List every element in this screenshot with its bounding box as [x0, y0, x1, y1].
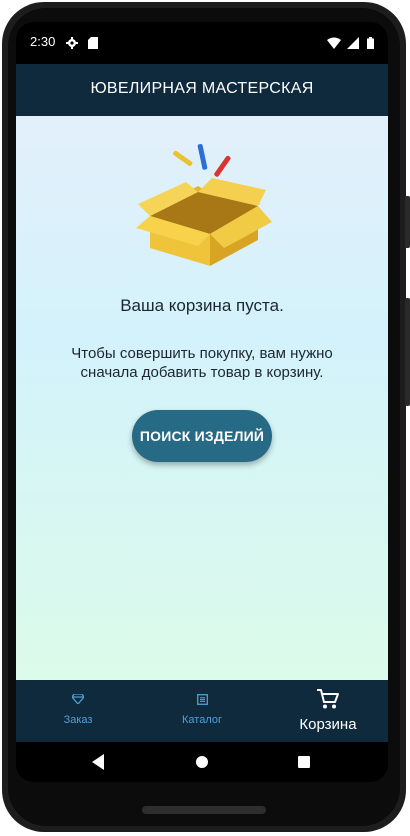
diamond-icon — [72, 694, 84, 704]
nav-label-cart: Корзина — [299, 716, 357, 733]
gear-icon — [66, 36, 78, 49]
home-icon[interactable] — [196, 756, 208, 768]
status-time: 2:30 — [30, 34, 56, 49]
back-icon[interactable] — [92, 754, 104, 770]
bottom-speaker — [142, 806, 266, 814]
app-title: ЮВЕЛИРНАЯ МАСТЕРСКАЯ — [90, 80, 314, 97]
system-navigation-bar — [16, 742, 388, 782]
recents-icon[interactable] — [298, 756, 310, 768]
empty-cart-title: Ваша корзина пуста. — [120, 296, 284, 315]
status-right-icons — [327, 35, 374, 49]
nav-item-catalog[interactable]: Каталог — [154, 680, 250, 742]
search-products-button[interactable]: ПОИСК ИЗДЕЛИЙ — [132, 410, 272, 462]
screen: 2:30 ЮВЕЛИРНАЯ МАСТЕРСКАЯ Ваша корзина п… — [16, 22, 388, 782]
empty-cart-description: Чтобы совершить покупку, вам нужно снача… — [71, 345, 333, 381]
power-button — [405, 196, 410, 248]
sd-card-icon — [87, 36, 98, 49]
wifi-icon — [327, 37, 342, 49]
cart-icon — [317, 689, 339, 709]
status-bar: 2:30 — [16, 22, 388, 64]
nav-item-order[interactable]: Заказ — [30, 680, 126, 742]
volume-button — [405, 298, 410, 406]
catalog-icon — [196, 694, 208, 705]
nav-label-catalog: Каталог — [182, 714, 222, 726]
nav-item-cart[interactable]: Корзина — [278, 680, 378, 742]
status-left-icons — [66, 35, 98, 49]
nav-label-order: Заказ — [63, 714, 93, 726]
empty-cart-view: Ваша корзина пуста. Чтобы совершить поку… — [16, 116, 388, 680]
battery-icon — [367, 36, 374, 49]
signal-icon — [347, 36, 360, 49]
open-box-icon — [136, 144, 272, 266]
bottom-navigation: Заказ Каталог Корзина — [16, 680, 388, 742]
app-bar: ЮВЕЛИРНАЯ МАСТЕРСКАЯ — [16, 64, 388, 116]
